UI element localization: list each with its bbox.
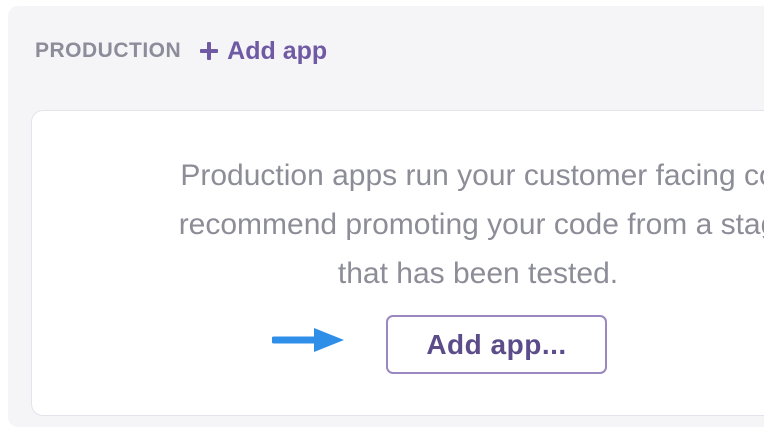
message-line-2: recommend promoting your code from a sta…	[178, 208, 764, 241]
message-line-3: that has been tested.	[337, 257, 619, 290]
section-header: PRODUCTION Add app	[35, 35, 327, 67]
right-arrow-icon	[272, 328, 344, 352]
section-label: PRODUCTION	[35, 39, 182, 62]
empty-state-message: Production apps run your customer facing…	[98, 151, 764, 298]
add-app-link-label: Add app	[227, 36, 328, 65]
add-app-link[interactable]: Add app	[199, 37, 327, 66]
add-app-button[interactable]: Add app...	[386, 315, 607, 374]
message-line-1: Production apps run your customer facing…	[180, 159, 764, 192]
plus-icon	[199, 41, 219, 61]
empty-state-card: Production apps run your customer facing…	[31, 110, 764, 416]
